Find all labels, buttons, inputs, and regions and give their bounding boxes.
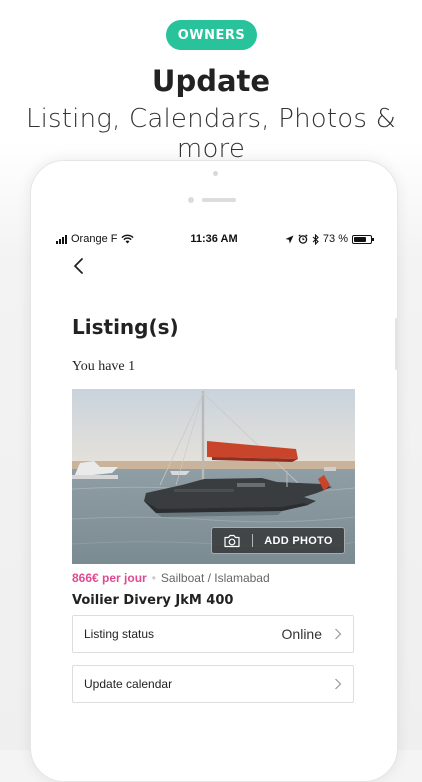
listing-status-row[interactable]: Listing status Online bbox=[72, 615, 354, 653]
alarm-icon bbox=[298, 234, 308, 244]
listing-meta: 866€ per jour • Sailboat / Islamabad bbox=[72, 571, 270, 585]
back-arrow-icon[interactable] bbox=[70, 256, 90, 276]
listing-count-text: You have 1 bbox=[72, 359, 136, 374]
listing-name: Voilier Divery JkM 400 bbox=[72, 593, 234, 608]
listing-status-value: Online bbox=[281, 626, 322, 642]
status-right: 73 % bbox=[285, 233, 374, 245]
add-photo-button[interactable]: ADD PHOTO bbox=[211, 527, 345, 554]
update-calendar-row[interactable]: Update calendar bbox=[72, 665, 354, 703]
battery-percent: 73 % bbox=[322, 233, 348, 245]
listing-category: Sailboat / Islamabad bbox=[160, 571, 270, 585]
phone-camera bbox=[213, 171, 218, 176]
chevron-right-icon bbox=[335, 628, 342, 640]
meta-separator: • bbox=[151, 571, 156, 585]
phone-sensor bbox=[188, 197, 194, 203]
update-calendar-label: Update calendar bbox=[84, 677, 173, 691]
promo-headline: Update bbox=[151, 64, 271, 98]
listing-price: 866€ per jour bbox=[72, 571, 147, 585]
listing-status-label: Listing status bbox=[84, 627, 155, 641]
phone-speaker bbox=[202, 198, 236, 202]
chevron-right-icon bbox=[335, 678, 342, 690]
battery-icon bbox=[352, 234, 374, 244]
battery-fill bbox=[354, 236, 366, 242]
page-title: Listing(s) bbox=[72, 315, 179, 339]
location-arrow-icon bbox=[285, 235, 294, 243]
bluetooth-icon bbox=[312, 233, 319, 245]
status-bar: Orange F 11:36 AM 73 % bbox=[56, 233, 374, 247]
camera-icon bbox=[212, 534, 252, 548]
phone-side-button bbox=[395, 318, 398, 370]
promo-subline: Listing, Calendars, Photos & more bbox=[25, 104, 397, 164]
owners-badge: OWNERS bbox=[166, 20, 257, 50]
add-photo-label: ADD PHOTO bbox=[264, 534, 333, 547]
